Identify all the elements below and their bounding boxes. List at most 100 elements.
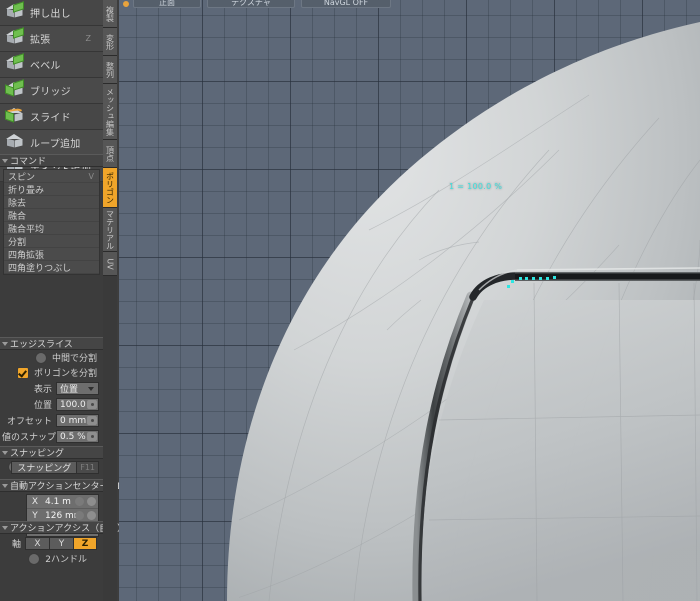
- vtab-duplicate[interactable]: 複製: [103, 0, 117, 28]
- cube-bevel-icon: [4, 52, 26, 76]
- command-item-quad-expand[interactable]: 四角拡張: [4, 248, 99, 261]
- axis-label: X: [31, 496, 39, 507]
- checkbox-label: 中間で分割: [51, 354, 97, 364]
- tool-shortcut: Z: [85, 34, 91, 43]
- 3d-viewport[interactable]: 1 = 100.0 % 正面 テクスチャ NavGL OFF: [119, 0, 700, 601]
- slider-knob-icon[interactable]: [87, 400, 97, 409]
- selection-point: [507, 285, 510, 288]
- tool-label: 拡張: [30, 35, 51, 46]
- cube-extrude-icon: [4, 0, 26, 24]
- axis-button-z[interactable]: Z: [73, 537, 97, 550]
- viewport-button-label: NavGL OFF: [323, 0, 369, 7]
- slice-percentage-annotation: 1 = 100.0 %: [449, 182, 503, 191]
- checkbox-midsplit[interactable]: [34, 351, 47, 364]
- checkbox-row-midsplit[interactable]: 中間で分割: [0, 350, 103, 365]
- section-header-snapping[interactable]: スナッピング: [0, 446, 103, 459]
- slider-knob-icon[interactable]: [87, 432, 97, 441]
- vtab-label: UV: [105, 257, 115, 270]
- vtab-mesh-edit[interactable]: メッシュ編集: [103, 84, 117, 140]
- viewport-button-front[interactable]: 正面: [133, 0, 201, 8]
- viewport-button-navgl[interactable]: NavGL OFF: [301, 0, 391, 8]
- command-shortcut: V: [88, 171, 94, 181]
- chevron-down-icon: [2, 525, 8, 530]
- vtab-align[interactable]: 整列: [103, 56, 117, 84]
- command-item-merge-average[interactable]: 融合平均: [4, 222, 99, 235]
- command-label: 四角塗りつぶし: [8, 263, 72, 274]
- tool-item-extrude[interactable]: 押し出し: [0, 0, 103, 26]
- input-offset[interactable]: 0 mm: [56, 414, 99, 427]
- vtab-label: 変形: [105, 33, 115, 50]
- command-label: 融合: [8, 211, 27, 222]
- section-header-command[interactable]: コマンド: [0, 154, 103, 167]
- checkbox-row-polysplit[interactable]: ポリゴンを分割: [0, 365, 103, 380]
- left-sidebar: 押し出し 拡張 Z ベベル ブリッジ スライド ループ追加 コマンド スピン V…: [0, 0, 126, 601]
- slider-knob-icon[interactable]: [87, 511, 96, 520]
- command-list: スピン V 折り畳み 除去 融合 融合平均 分割 四角拡張 四角塗りつぶし: [3, 169, 100, 275]
- cube-bridge-icon: [4, 78, 26, 102]
- command-item-remove[interactable]: 除去: [4, 196, 99, 209]
- vtab-label: マテリアル: [105, 209, 115, 250]
- checkbox-two-handle[interactable]: [28, 552, 41, 565]
- vertical-tab-strip: 複製 変形 整列 メッシュ編集 頂点 ポリゴン マテリアル UV: [103, 0, 117, 601]
- axis-label: Y: [32, 510, 38, 521]
- slider-knob-icon[interactable]: [75, 497, 84, 506]
- chevron-down-icon: [2, 483, 8, 488]
- tool-item-slide[interactable]: スライド: [0, 104, 103, 130]
- section-title: エッジスライス: [10, 340, 73, 350]
- cube-expand-icon: [4, 26, 26, 50]
- command-item-split[interactable]: 分割: [4, 235, 99, 248]
- command-item-spin[interactable]: スピン V: [4, 170, 99, 183]
- checkbox-row-two-handle[interactable]: 2ハンドル: [0, 551, 103, 566]
- chevron-down-icon: [2, 341, 8, 346]
- chevron-down-icon: [2, 450, 8, 455]
- selection-point: [532, 277, 535, 280]
- section-header-edge-slice[interactable]: エッジスライス: [0, 337, 103, 350]
- axis-button-label: Y: [58, 538, 65, 549]
- tool-label: ループ追加: [30, 139, 81, 150]
- slider-knob-icon[interactable]: [75, 511, 84, 520]
- viewport-button-label: テクスチャ: [231, 0, 271, 7]
- dropdown-display[interactable]: 位置: [56, 382, 99, 395]
- snapping-shortcut: F11: [80, 463, 95, 472]
- vtab-vertex[interactable]: 頂点: [103, 140, 117, 168]
- vtab-material[interactable]: マテリアル: [103, 208, 117, 252]
- input-value-snap[interactable]: 0.5 %: [56, 430, 99, 443]
- action-center-row-x[interactable]: X 4.1 m: [27, 495, 98, 509]
- viewport-active-dot-icon: [123, 1, 129, 7]
- checkbox-polysplit[interactable]: [16, 366, 29, 379]
- chevron-down-icon: [88, 387, 94, 391]
- axis-button-label: X: [34, 538, 41, 549]
- slider-knob-icon[interactable]: [87, 497, 96, 506]
- axis-button-y[interactable]: Y: [49, 537, 73, 550]
- application-window: 押し出し 拡張 Z ベベル ブリッジ スライド ループ追加 コマンド スピン V…: [0, 0, 700, 601]
- viewport-button-texture[interactable]: テクスチャ: [207, 0, 295, 8]
- axis-button-x[interactable]: X: [25, 537, 49, 550]
- section-header-action-axis[interactable]: アクションアクシス（自動）: [0, 521, 126, 534]
- field-label: 表示: [33, 385, 52, 395]
- tool-item-add-loop[interactable]: ループ追加: [0, 130, 103, 156]
- checkbox-label: 2ハンドル: [45, 555, 87, 565]
- command-item-merge[interactable]: 融合: [4, 209, 99, 222]
- tool-item-bevel[interactable]: ベベル: [0, 52, 103, 78]
- snapping-button-row: スナッピング F11: [0, 461, 99, 474]
- vtab-uv[interactable]: UV: [103, 252, 117, 276]
- tool-label: 押し出し: [30, 9, 71, 20]
- selection-point: [546, 277, 549, 280]
- command-item-collapse[interactable]: 折り畳み: [4, 183, 99, 196]
- tool-item-bridge[interactable]: ブリッジ: [0, 78, 103, 104]
- vtab-label: ポリゴン: [105, 171, 115, 204]
- command-label: 分割: [8, 237, 27, 248]
- snapping-button[interactable]: スナッピング: [11, 461, 78, 474]
- vtab-polygon[interactable]: ポリゴン: [103, 168, 117, 208]
- tool-item-expand[interactable]: 拡張 Z: [0, 26, 103, 52]
- command-label: 融合平均: [8, 224, 45, 235]
- axis-button-label: Z: [81, 538, 89, 549]
- chevron-down-icon: [2, 158, 8, 163]
- command-item-quad-fill[interactable]: 四角塗りつぶし: [4, 261, 99, 274]
- slider-knob-icon[interactable]: [87, 416, 97, 425]
- input-position[interactable]: 100.0 %: [56, 398, 99, 411]
- tool-label: ブリッジ: [30, 87, 71, 98]
- tool-label: スライド: [30, 113, 71, 124]
- vtab-transform[interactable]: 変形: [103, 28, 117, 56]
- section-header-action-center[interactable]: 自動アクションセンター 3D: [0, 479, 124, 492]
